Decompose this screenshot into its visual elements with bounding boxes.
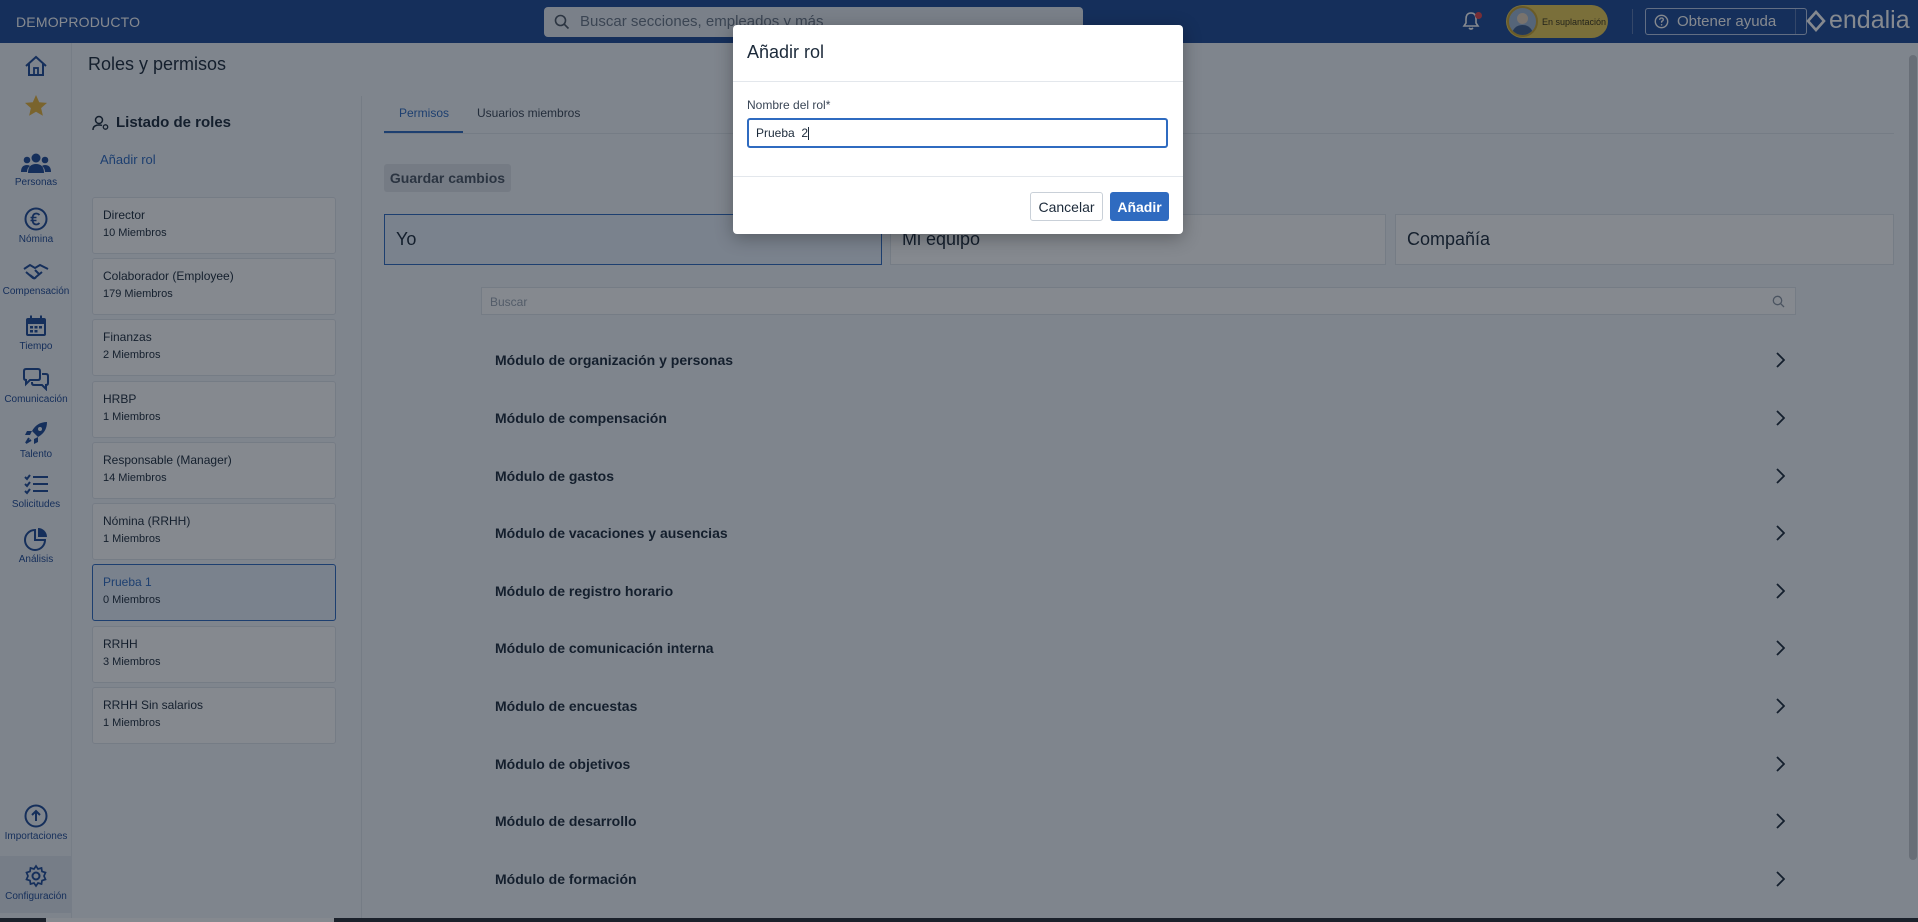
role-name-input-value: Prueba 2 bbox=[756, 126, 809, 140]
add-button[interactable]: Añadir bbox=[1110, 192, 1169, 221]
cancel-button[interactable]: Cancelar bbox=[1030, 192, 1103, 221]
role-name-input[interactable]: Prueba 2 bbox=[747, 118, 1168, 148]
divider bbox=[733, 176, 1183, 177]
add-role-dialog: Añadir rol Nombre del rol* Prueba 2 Canc… bbox=[733, 25, 1183, 234]
divider bbox=[733, 81, 1183, 82]
role-name-label: Nombre del rol* bbox=[747, 98, 831, 112]
text-cursor bbox=[808, 127, 810, 141]
dialog-title: Añadir rol bbox=[747, 42, 825, 62]
